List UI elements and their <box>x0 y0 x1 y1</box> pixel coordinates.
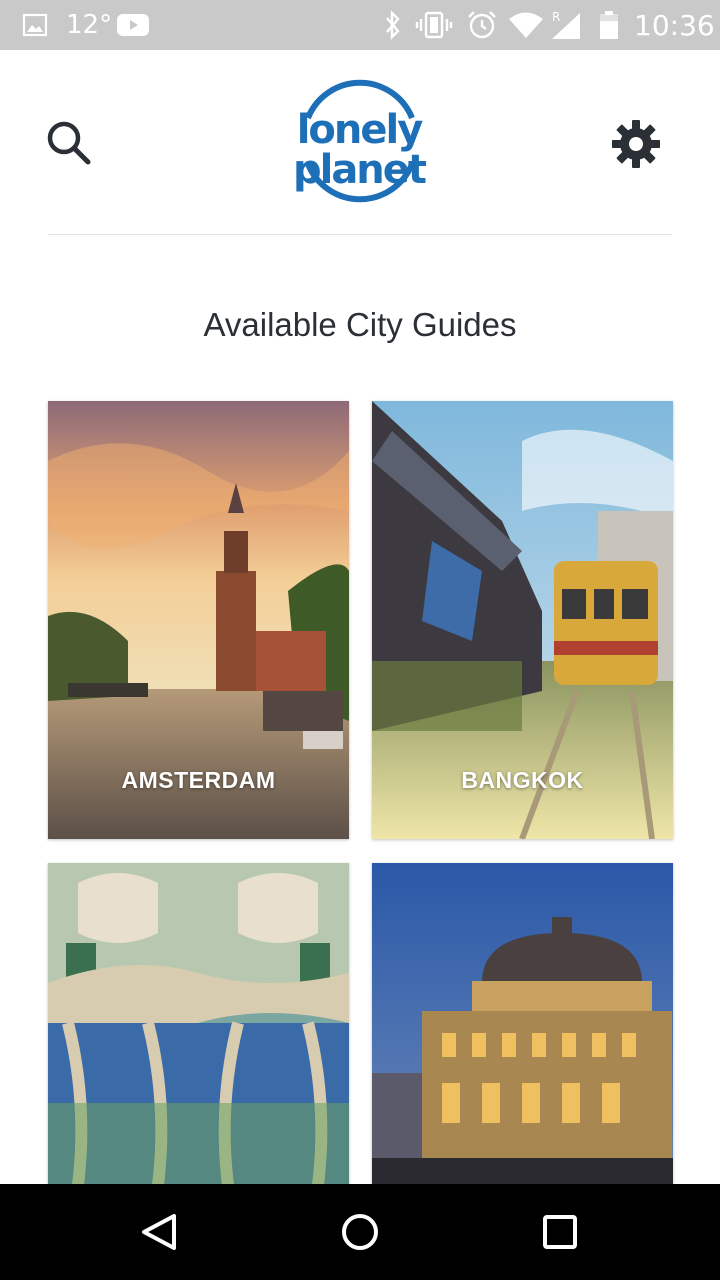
city-card-label: AMSTERDAM <box>121 767 276 793</box>
city-card-bangkok[interactable]: BANGKOK <box>372 401 673 839</box>
city-card-amsterdam[interactable]: AMSTERDAM <box>48 401 349 839</box>
system-nav-bar <box>0 1184 720 1280</box>
status-bar: 12° R 10:36 <box>0 0 720 50</box>
vibrate-icon <box>414 0 454 50</box>
temperature-text: 12° <box>66 10 113 40</box>
city-card-berlin[interactable] <box>372 863 673 1185</box>
city-card-label: BANGKOK <box>461 767 584 793</box>
gear-icon <box>612 120 660 168</box>
youtube-icon <box>116 0 150 50</box>
settings-button[interactable] <box>608 116 664 172</box>
alarm-icon <box>466 0 498 50</box>
app-header: lonely planet <box>0 50 720 235</box>
bluetooth-icon <box>382 0 404 50</box>
lonely-planet-logo: lonely planet <box>236 78 482 204</box>
home-icon <box>342 1214 378 1250</box>
recents-icon <box>543 1215 577 1249</box>
recents-button[interactable] <box>536 1208 584 1256</box>
search-button[interactable] <box>42 116 94 168</box>
wifi-icon <box>508 0 544 50</box>
clock-text: 10:36 <box>634 8 715 42</box>
battery-icon <box>598 0 620 50</box>
page-title: Available City Guides <box>203 306 517 343</box>
city-card-barcelona[interactable] <box>48 863 349 1185</box>
logo-text: lonely planet <box>292 107 427 193</box>
home-button[interactable] <box>336 1208 384 1256</box>
signal-icon: R <box>548 0 584 50</box>
back-icon <box>142 1214 176 1250</box>
back-button[interactable] <box>136 1208 184 1256</box>
svg-text:R: R <box>552 10 560 24</box>
berlin-image <box>372 863 673 1185</box>
header-divider <box>48 234 672 235</box>
barcelona-image <box>48 863 349 1185</box>
image-icon <box>22 0 48 50</box>
search-icon <box>47 121 91 165</box>
